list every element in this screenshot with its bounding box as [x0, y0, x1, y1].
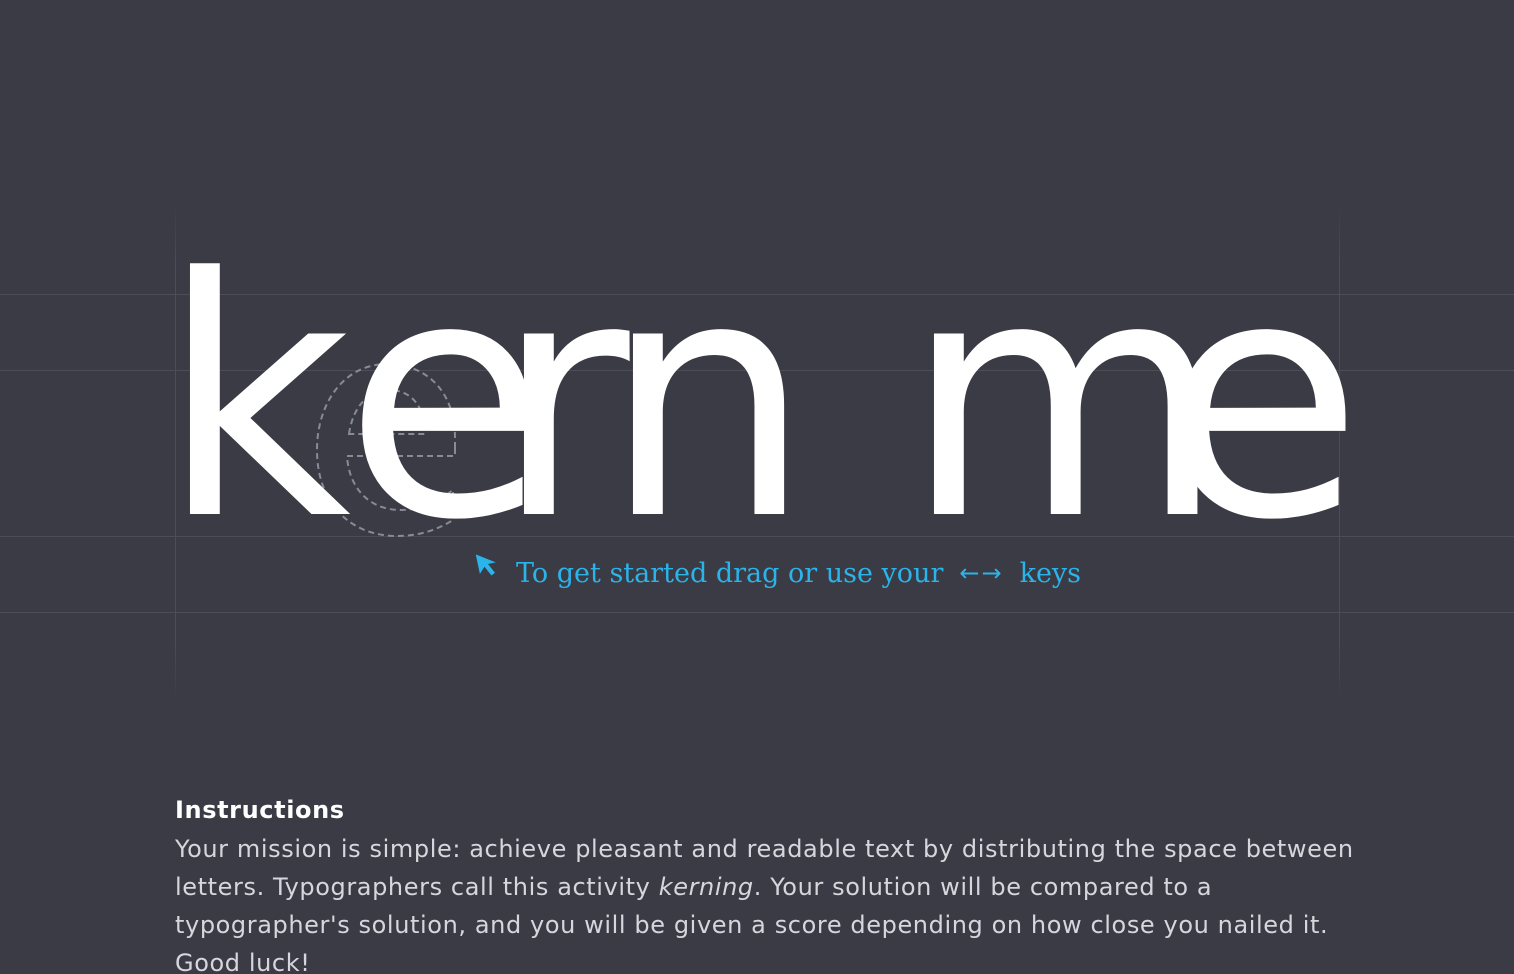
arrow-keys-icon: ←→ [959, 559, 1004, 587]
instructions-body: Your mission is simple: achieve pleasant… [175, 830, 1355, 974]
instructions-title: Instructions [175, 796, 345, 824]
letter-e-last: e [1160, 208, 1364, 592]
descender-guide [0, 612, 1514, 613]
letter-k: k [160, 208, 352, 592]
cursor-arrow-icon [476, 554, 496, 576]
instructions-emphasis: kerning [658, 873, 754, 901]
drag-hint: To get started drag or use your ←→ keys [476, 548, 1081, 598]
hint-suffix: keys [1019, 557, 1082, 589]
kern-game-stage: k e r n m e To get started drag or use y… [0, 0, 1514, 974]
instructions-section: Instructions Your mission is simple: ach… [175, 796, 1355, 974]
letter-n-draggable[interactable]: n [603, 235, 812, 565]
hint-text: To get started drag or use your [516, 557, 944, 589]
